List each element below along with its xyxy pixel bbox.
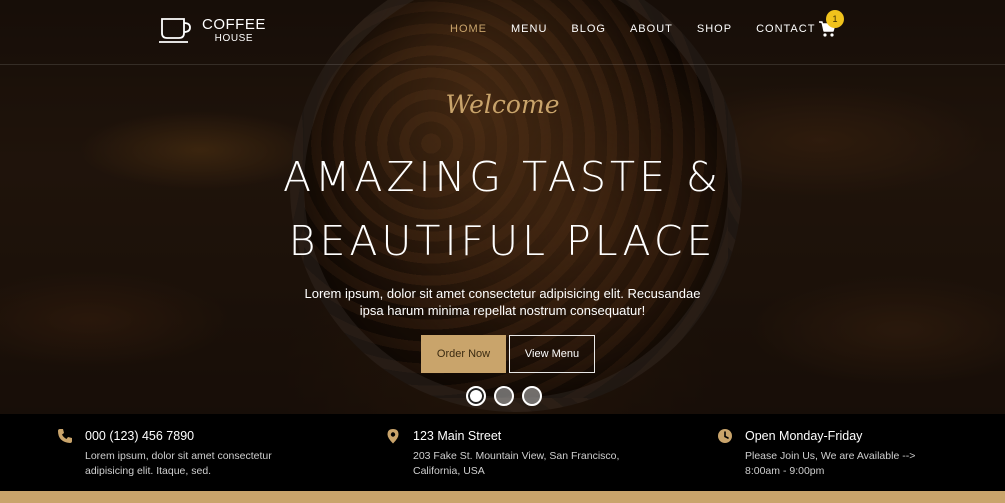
brand-title: COFFEE (202, 15, 266, 33)
welcome-text: Welcome (445, 90, 560, 119)
headline-line-2: BEAUTIFUL PLACE (288, 217, 717, 265)
view-menu-button[interactable]: View Menu (509, 335, 595, 373)
clock-icon (718, 429, 732, 443)
hours-line-1: Please Join Us, We are Available --> (745, 450, 916, 462)
hero-section: COFFEE HOUSE HOME MENU BLOG ABOUT SHOP C… (0, 0, 1005, 414)
navbar: COFFEE HOUSE HOME MENU BLOG ABOUT SHOP C… (0, 0, 1005, 65)
location-pin-icon (387, 429, 399, 444)
main-nav: HOME MENU BLOG ABOUT SHOP CONTACT (450, 23, 839, 35)
brand-subtitle: HOUSE (214, 32, 254, 44)
nav-item-shop[interactable]: SHOP (697, 23, 732, 35)
nav-item-about[interactable]: ABOUT (630, 23, 673, 35)
hours-title: Open Monday-Friday (745, 429, 863, 443)
slider-dot-3[interactable] (522, 386, 542, 406)
coffee-cup-icon (159, 18, 191, 43)
hero-headline: AMAZING TASTE & BEAUTIFUL PLACE (0, 145, 1005, 273)
hero-lead: Lorem ipsum, dolor sit amet consectetur … (0, 285, 1005, 319)
address-line-2: California, USA (413, 465, 485, 477)
logo[interactable]: COFFEE HOUSE (158, 15, 266, 45)
lead-line-2: ipsa harum minima repellat nostrum conse… (359, 303, 646, 318)
phone-number: 000 (123) 456 7890 (85, 429, 195, 443)
phone-text-line-2: adipisicing elit. Itaque, sed. (85, 465, 212, 477)
nav-item-menu[interactable]: MENU (511, 23, 547, 35)
phone-text-line-1: Lorem ipsum, dolor sit amet consectetur (85, 450, 272, 462)
nav-item-blog[interactable]: BLOG (571, 23, 606, 35)
address-line-1: 203 Fake St. Mountain View, San Francisc… (413, 450, 620, 462)
hours-line-2: 8:00am - 9:00pm (745, 465, 825, 477)
slider-dot-1[interactable] (466, 386, 486, 406)
lead-line-1: Lorem ipsum, dolor sit amet consectetur … (304, 286, 701, 301)
headline-line-1: AMAZING TASTE & (282, 153, 722, 201)
slider-dots (466, 386, 542, 406)
order-now-button[interactable]: Order Now (421, 335, 506, 373)
cart-count-badge: 1 (826, 10, 844, 28)
nav-item-home[interactable]: HOME (450, 23, 487, 35)
bottom-accent-bar (0, 491, 1005, 503)
slider-dot-2[interactable] (494, 386, 514, 406)
phone-icon (58, 429, 72, 443)
info-bar: 000 (123) 456 7890 Lorem ipsum, dolor si… (0, 414, 1005, 491)
nav-item-contact[interactable]: CONTACT (756, 23, 815, 35)
address-title: 123 Main Street (413, 429, 502, 443)
